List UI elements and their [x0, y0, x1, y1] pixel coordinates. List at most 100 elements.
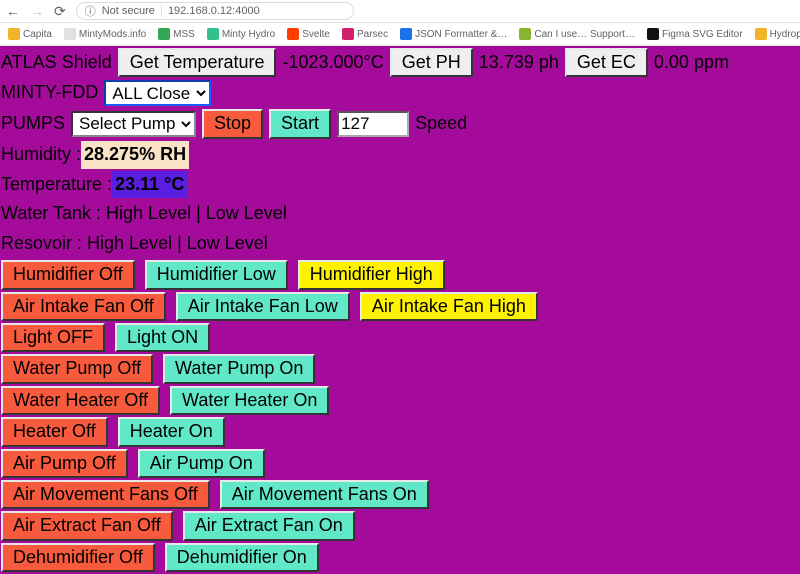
- temperature-label: Temperature :: [1, 171, 112, 199]
- info-icon: ⓘ: [85, 3, 96, 19]
- resovoir-label: Resovoir : High Level | Low Level: [1, 230, 268, 258]
- control-button[interactable]: Air Movement Fans On: [220, 480, 429, 509]
- bookmark-label: MSS: [173, 29, 195, 40]
- resovoir-row: Resovoir : High Level | Low Level: [1, 230, 800, 258]
- controls-grid: Humidifier Off Humidifier Low Humidifier H…: [1, 260, 800, 572]
- pump-speed-input[interactable]: [337, 111, 409, 137]
- forward-icon[interactable]: →: [30, 4, 44, 18]
- control-button[interactable]: Dehumidifier On: [165, 543, 319, 572]
- pump-select[interactable]: Select Pump: [71, 111, 196, 137]
- temperature-row: Temperature : 23.11 °C: [1, 171, 800, 199]
- bookmark-item[interactable]: Capita: [6, 28, 54, 40]
- not-secure-label: Not secure: [102, 5, 155, 17]
- control-button[interactable]: Air Pump Off: [1, 449, 128, 478]
- get-ph-button[interactable]: Get PH: [390, 48, 473, 77]
- bookmark-label: Hydroponics: [770, 29, 800, 40]
- control-row: Humidifier Off Humidifier Low Humidifier H…: [1, 260, 800, 289]
- bookmark-item[interactable]: JSON Formatter &…: [398, 28, 509, 40]
- bookmark-label: Can I use… Support…: [534, 29, 635, 40]
- control-button[interactable]: Air Intake Fan Off: [1, 292, 166, 321]
- tank-row: Water Tank : High Level | Low Level: [1, 200, 800, 228]
- favicon-icon: [342, 28, 354, 40]
- fdd-title: MINTY-FDD: [1, 79, 98, 107]
- favicon-icon: [287, 28, 299, 40]
- url-text: 192.168.0.12:4000: [168, 5, 260, 17]
- bookmark-item[interactable]: Parsec: [340, 28, 390, 40]
- fdd-select[interactable]: ALL Close: [104, 80, 211, 106]
- pump-stop-button[interactable]: Stop: [202, 109, 263, 138]
- favicon-icon: [207, 28, 219, 40]
- control-row: Air Pump Off Air Pump On: [1, 449, 800, 478]
- control-button[interactable]: Air Intake Fan High: [360, 292, 538, 321]
- favicon-icon: [519, 28, 531, 40]
- control-button[interactable]: Water Heater Off: [1, 386, 160, 415]
- tank-label: Water Tank : High Level | Low Level: [1, 200, 287, 228]
- control-button[interactable]: Water Pump Off: [1, 354, 153, 383]
- favicon-icon: [158, 28, 170, 40]
- control-button[interactable]: Humidifier Off: [1, 260, 135, 289]
- atlas-row: ATLAS Shield Get Temperature -1023.000°C…: [1, 48, 800, 77]
- control-row: Heater Off Heater On: [1, 417, 800, 446]
- control-button[interactable]: Air Pump On: [138, 449, 265, 478]
- bookmark-item[interactable]: Minty Hydro: [205, 28, 277, 40]
- temp-value: -1023.000°C: [282, 49, 383, 77]
- bookmark-label: MintyMods.info: [79, 29, 146, 40]
- humidity-value: 28.275% RH: [81, 141, 189, 169]
- reload-icon[interactable]: ⟳: [54, 4, 66, 18]
- ec-value: 0.00 ppm: [654, 49, 729, 77]
- get-temperature-button[interactable]: Get Temperature: [118, 48, 277, 77]
- speed-label: Speed: [415, 110, 467, 138]
- humidity-row: Humidity : 28.275% RH: [1, 141, 800, 169]
- get-ec-button[interactable]: Get EC: [565, 48, 648, 77]
- bookmark-label: Figma SVG Editor: [662, 29, 743, 40]
- bookmark-item[interactable]: Can I use… Support…: [517, 28, 637, 40]
- control-row: Water Pump Off Water Pump On: [1, 354, 800, 383]
- bookmarks-bar: Capita MintyMods.info MSS Minty Hydro Svelte…: [0, 23, 800, 46]
- address-bar[interactable]: ⓘ Not secure 192.168.0.12:4000: [76, 2, 354, 20]
- control-button[interactable]: Light ON: [115, 323, 210, 352]
- control-button[interactable]: Dehumidifier Off: [1, 543, 155, 572]
- favicon-icon: [400, 28, 412, 40]
- pump-start-button[interactable]: Start: [269, 109, 331, 138]
- bookmark-label: JSON Formatter &…: [415, 29, 507, 40]
- page-body: ATLAS Shield Get Temperature -1023.000°C…: [0, 46, 800, 574]
- bookmark-label: Capita: [23, 29, 52, 40]
- control-button[interactable]: Air Movement Fans Off: [1, 480, 210, 509]
- favicon-icon: [8, 28, 20, 40]
- control-button[interactable]: Air Extract Fan On: [183, 511, 355, 540]
- back-icon[interactable]: ←: [6, 4, 20, 18]
- favicon-icon: [647, 28, 659, 40]
- bookmark-label: Minty Hydro: [222, 29, 275, 40]
- browser-toolbar: ← → ⟳ ⓘ Not secure 192.168.0.12:4000: [0, 0, 800, 23]
- humidity-label: Humidity :: [1, 141, 81, 169]
- fdd-row: MINTY-FDD ALL Close: [1, 79, 800, 107]
- control-button[interactable]: Water Heater On: [170, 386, 329, 415]
- bookmark-item[interactable]: MintyMods.info: [62, 28, 148, 40]
- bookmark-item[interactable]: Figma SVG Editor: [645, 28, 745, 40]
- control-row: Air Intake Fan Off Air Intake Fan Low Air …: [1, 292, 800, 321]
- control-button[interactable]: Humidifier High: [298, 260, 445, 289]
- control-button[interactable]: Water Pump On: [163, 354, 315, 383]
- control-button[interactable]: Air Extract Fan Off: [1, 511, 173, 540]
- control-button[interactable]: Air Intake Fan Low: [176, 292, 350, 321]
- control-button[interactable]: Heater On: [118, 417, 225, 446]
- ph-value: 13.739 ph: [479, 49, 559, 77]
- control-button[interactable]: Light OFF: [1, 323, 105, 352]
- control-row: Air Extract Fan Off Air Extract Fan On: [1, 511, 800, 540]
- bookmark-item[interactable]: MSS: [156, 28, 197, 40]
- control-button[interactable]: Heater Off: [1, 417, 108, 446]
- control-row: Water Heater Off Water Heater On: [1, 386, 800, 415]
- control-button[interactable]: Humidifier Low: [145, 260, 288, 289]
- pumps-title: PUMPS: [1, 110, 65, 138]
- favicon-icon: [755, 28, 767, 40]
- control-row: Dehumidifier Off Dehumidifier On: [1, 543, 800, 572]
- temperature-value: 23.11 °C: [112, 171, 187, 199]
- bookmark-item[interactable]: Hydroponics: [753, 28, 800, 40]
- pumps-row: PUMPS Select Pump Stop Start Speed: [1, 109, 800, 138]
- bookmark-label: Parsec: [357, 29, 388, 40]
- bookmark-item[interactable]: Svelte: [285, 28, 332, 40]
- bookmark-label: Svelte: [302, 29, 330, 40]
- control-row: Air Movement Fans Off Air Movement Fans O…: [1, 480, 800, 509]
- favicon-icon: [64, 28, 76, 40]
- atlas-title: ATLAS Shield: [1, 49, 112, 77]
